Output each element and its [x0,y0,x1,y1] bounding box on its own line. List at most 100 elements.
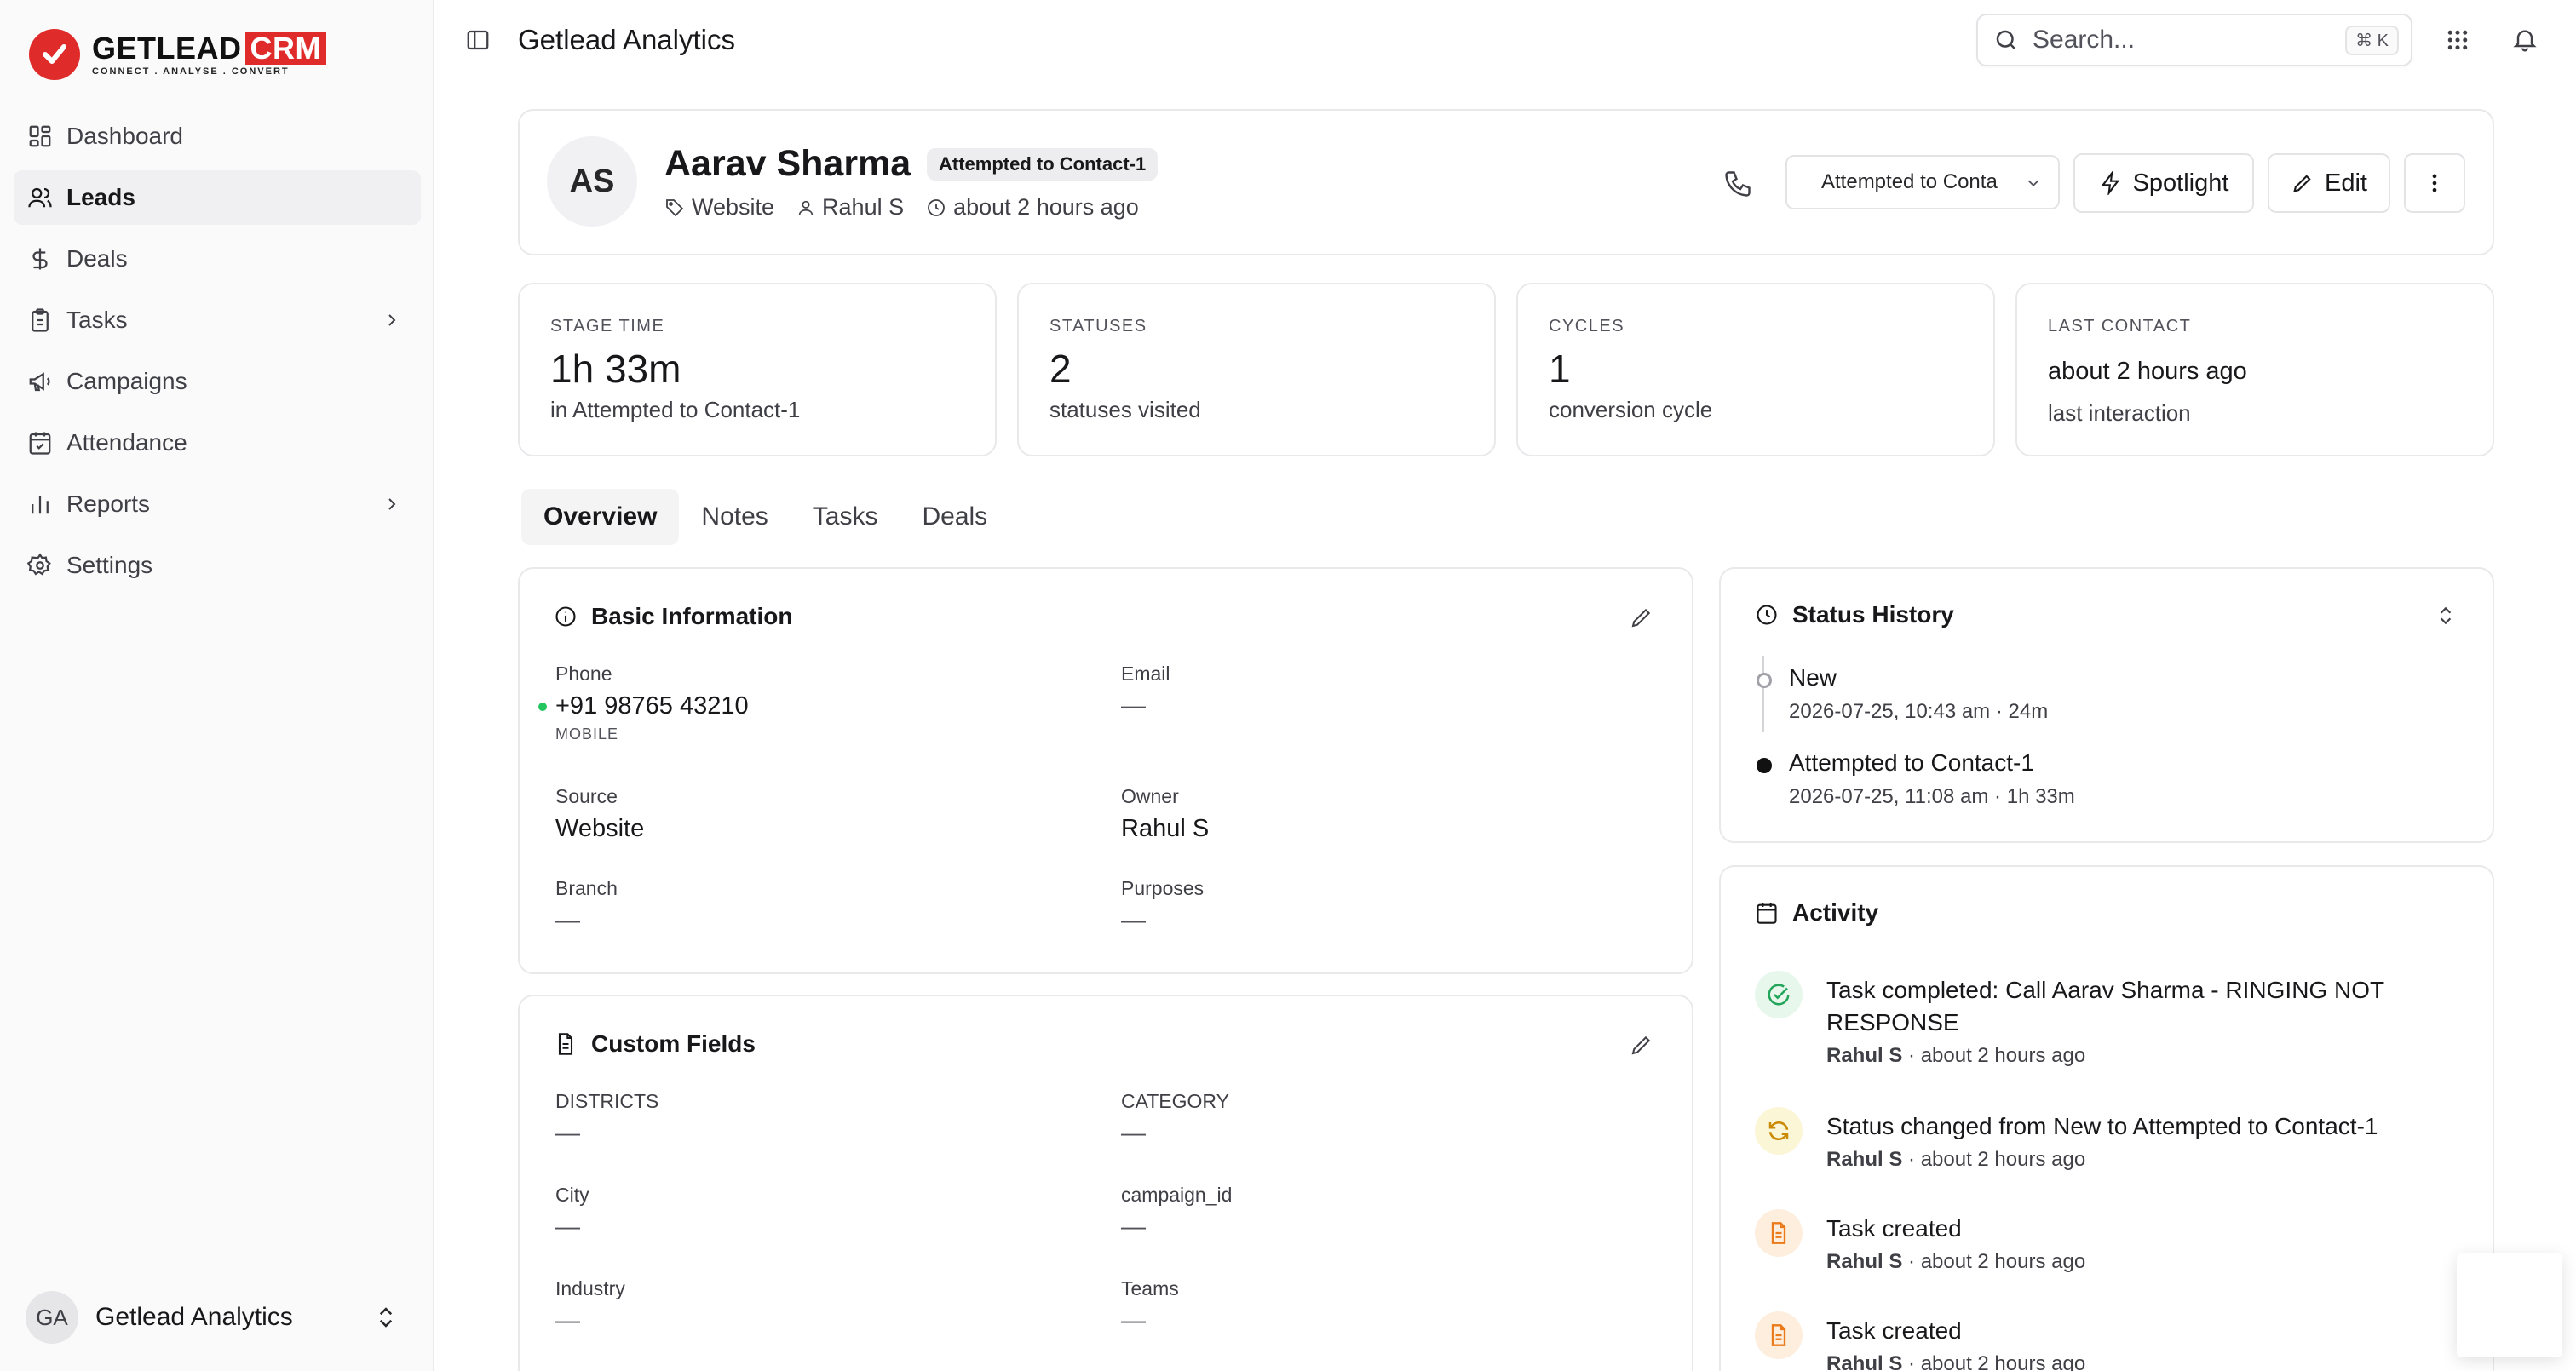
card-title: Basic Information [554,603,792,630]
edit-button[interactable]: Edit [2268,153,2390,213]
bar-chart-icon [32,496,49,514]
activity-title: Activity [1792,899,1879,926]
activity-user: Rahul S [1826,1148,1903,1171]
calendar-check-icon [29,432,51,455]
tab-overview[interactable]: Overview [521,489,680,545]
sidebar-toggle-icon[interactable] [465,27,491,53]
sidebar-item-label: Leads [66,184,135,210]
email-field: Email — [1121,663,1170,720]
field-value: — [1121,907,1146,934]
stat-label: LAST CONTACT [2048,317,2192,336]
custom-field-category: CATEGORY — [1121,1090,1229,1148]
field-value: — [555,1213,580,1241]
sidebar-item-campaigns[interactable]: Campaigns [14,354,421,409]
pencil-icon[interactable] [1629,605,1654,630]
more-options-button[interactable] [2404,153,2465,213]
search-box[interactable]: ⌘ K [1976,14,2412,66]
status-select[interactable]: Attempted to Conta [1785,155,2060,209]
search-input[interactable] [2033,26,2314,54]
lead-created: about 2 hours ago [953,194,1139,220]
sidebar-item-label: Reports [66,490,151,517]
check-circle-icon [1755,971,1803,1018]
lead-meta: Website Rahul S about 2 hours ago [664,194,1161,221]
status-select-value: Attempted to Conta [1821,170,1998,193]
pencil-icon[interactable] [1629,1032,1654,1058]
field-value: — [1121,692,1146,720]
gear-icon [27,553,51,576]
sidebar: GETLEAD CRM CONNECT . ANALYSE . CONVERT D… [0,0,434,1371]
pencil-icon [2293,175,2311,192]
status-history-entry: Attempted to Contact-1 2026-07-25, 11:08… [1757,749,2075,809]
activity-text: Task completed: Call Aarav Sharma - RING… [1826,977,2384,1035]
sidebar-item-dashboard[interactable]: Dashboard [14,109,421,163]
clock-icon [1757,605,1777,625]
sidebar-item-tasks[interactable]: Tasks [14,293,421,347]
sidebar-nav: Dashboard Leads Deals Tasks Campaigns At… [14,109,421,599]
field-value[interactable]: +91 98765 43210 [538,692,749,720]
calendar-icon [1757,903,1777,924]
chevron-right-icon[interactable] [382,494,402,514]
history-meta: 2026-07-25, 10:43 am · 24m [1789,700,2049,723]
purposes-field: Purposes — [1121,877,1204,935]
online-status-dot [538,703,547,711]
history-meta: 2026-07-25, 11:08 am · 1h 33m [1789,785,2075,808]
phone-field: Phone +91 98765 43210 MOBILE [538,663,749,743]
dollar-icon [32,248,48,270]
custom-field-city: City — [555,1184,589,1242]
workspace-avatar: GA [26,1291,78,1344]
floating-widget[interactable] [2457,1253,2562,1357]
edit-label: Edit [2325,169,2367,197]
sidebar-item-reports[interactable]: Reports [14,477,421,531]
field-value: — [555,1307,580,1334]
sidebar-item-label: Tasks [66,307,128,333]
spotlight-label: Spotlight [2132,169,2229,197]
megaphone-icon [29,372,50,392]
field-label: Industry [555,1277,625,1299]
lead-avatar: AS [547,136,637,227]
timeline-dot [1757,673,1772,688]
chevron-right-icon[interactable] [382,310,402,330]
phone-icon[interactable] [1722,169,1753,199]
card-title: Status History [1755,601,1954,628]
tab-tasks[interactable]: Tasks [791,489,900,545]
bell-icon[interactable] [2511,26,2539,53]
field-value: — [1121,1213,1146,1241]
custom-field-campaign-id: campaign_id — [1121,1184,1232,1242]
sidebar-item-deals[interactable]: Deals [14,232,421,286]
lead-header-card: AS Aarav Sharma Attempted to Contact-1 W… [518,109,2494,255]
clipboard-icon [32,308,49,332]
activity-text: Status changed from New to Attempted to … [1826,1113,2378,1139]
field-value: — [1121,1307,1146,1334]
tag-icon [666,198,684,216]
field-label: Branch [555,877,618,899]
lead-name: Aarav Sharma [664,143,911,184]
chevrons-up-down-icon[interactable] [2435,605,2457,627]
workspace-switcher[interactable]: GA Getlead Analytics [26,1288,409,1347]
activity-user: Rahul S [1826,1250,1903,1273]
more-vertical-icon [2432,174,2437,192]
sidebar-item-label: Dashboard [66,123,183,149]
info-icon [555,606,576,627]
topbar: Getlead Analytics ⌘ K [436,0,2576,82]
field-label: Teams [1121,1277,1179,1299]
document-icon [558,1033,573,1055]
status-history-entry: New 2026-07-25, 10:43 am · 24m [1757,664,2049,724]
stat-card-statuses: STATUSES 2 statuses visited [1017,283,1496,456]
sidebar-item-leads[interactable]: Leads [14,170,421,225]
brand-logo[interactable]: GETLEAD CRM CONNECT . ANALYSE . CONVERT [29,29,326,80]
tab-notes[interactable]: Notes [679,489,790,545]
stat-value: 1h 33m [550,347,681,391]
tab-deals[interactable]: Deals [900,489,1009,545]
sidebar-item-settings[interactable]: Settings [14,538,421,593]
custom-fields-title: Custom Fields [591,1030,756,1057]
chevrons-up-down-icon [379,1307,393,1328]
apps-grid-icon[interactable] [2445,27,2470,53]
spotlight-button[interactable]: Spotlight [2073,153,2254,213]
status-history-title: Status History [1792,601,1954,628]
chevron-down-icon [2027,180,2039,187]
stat-card-stage-time: STAGE TIME 1h 33m in Attempted to Contac… [518,283,997,456]
sidebar-item-attendance[interactable]: Attendance [14,416,421,470]
field-label: Owner [1121,785,1179,807]
search-icon [1996,30,2015,49]
history-status: Attempted to Contact-1 [1789,749,2034,776]
